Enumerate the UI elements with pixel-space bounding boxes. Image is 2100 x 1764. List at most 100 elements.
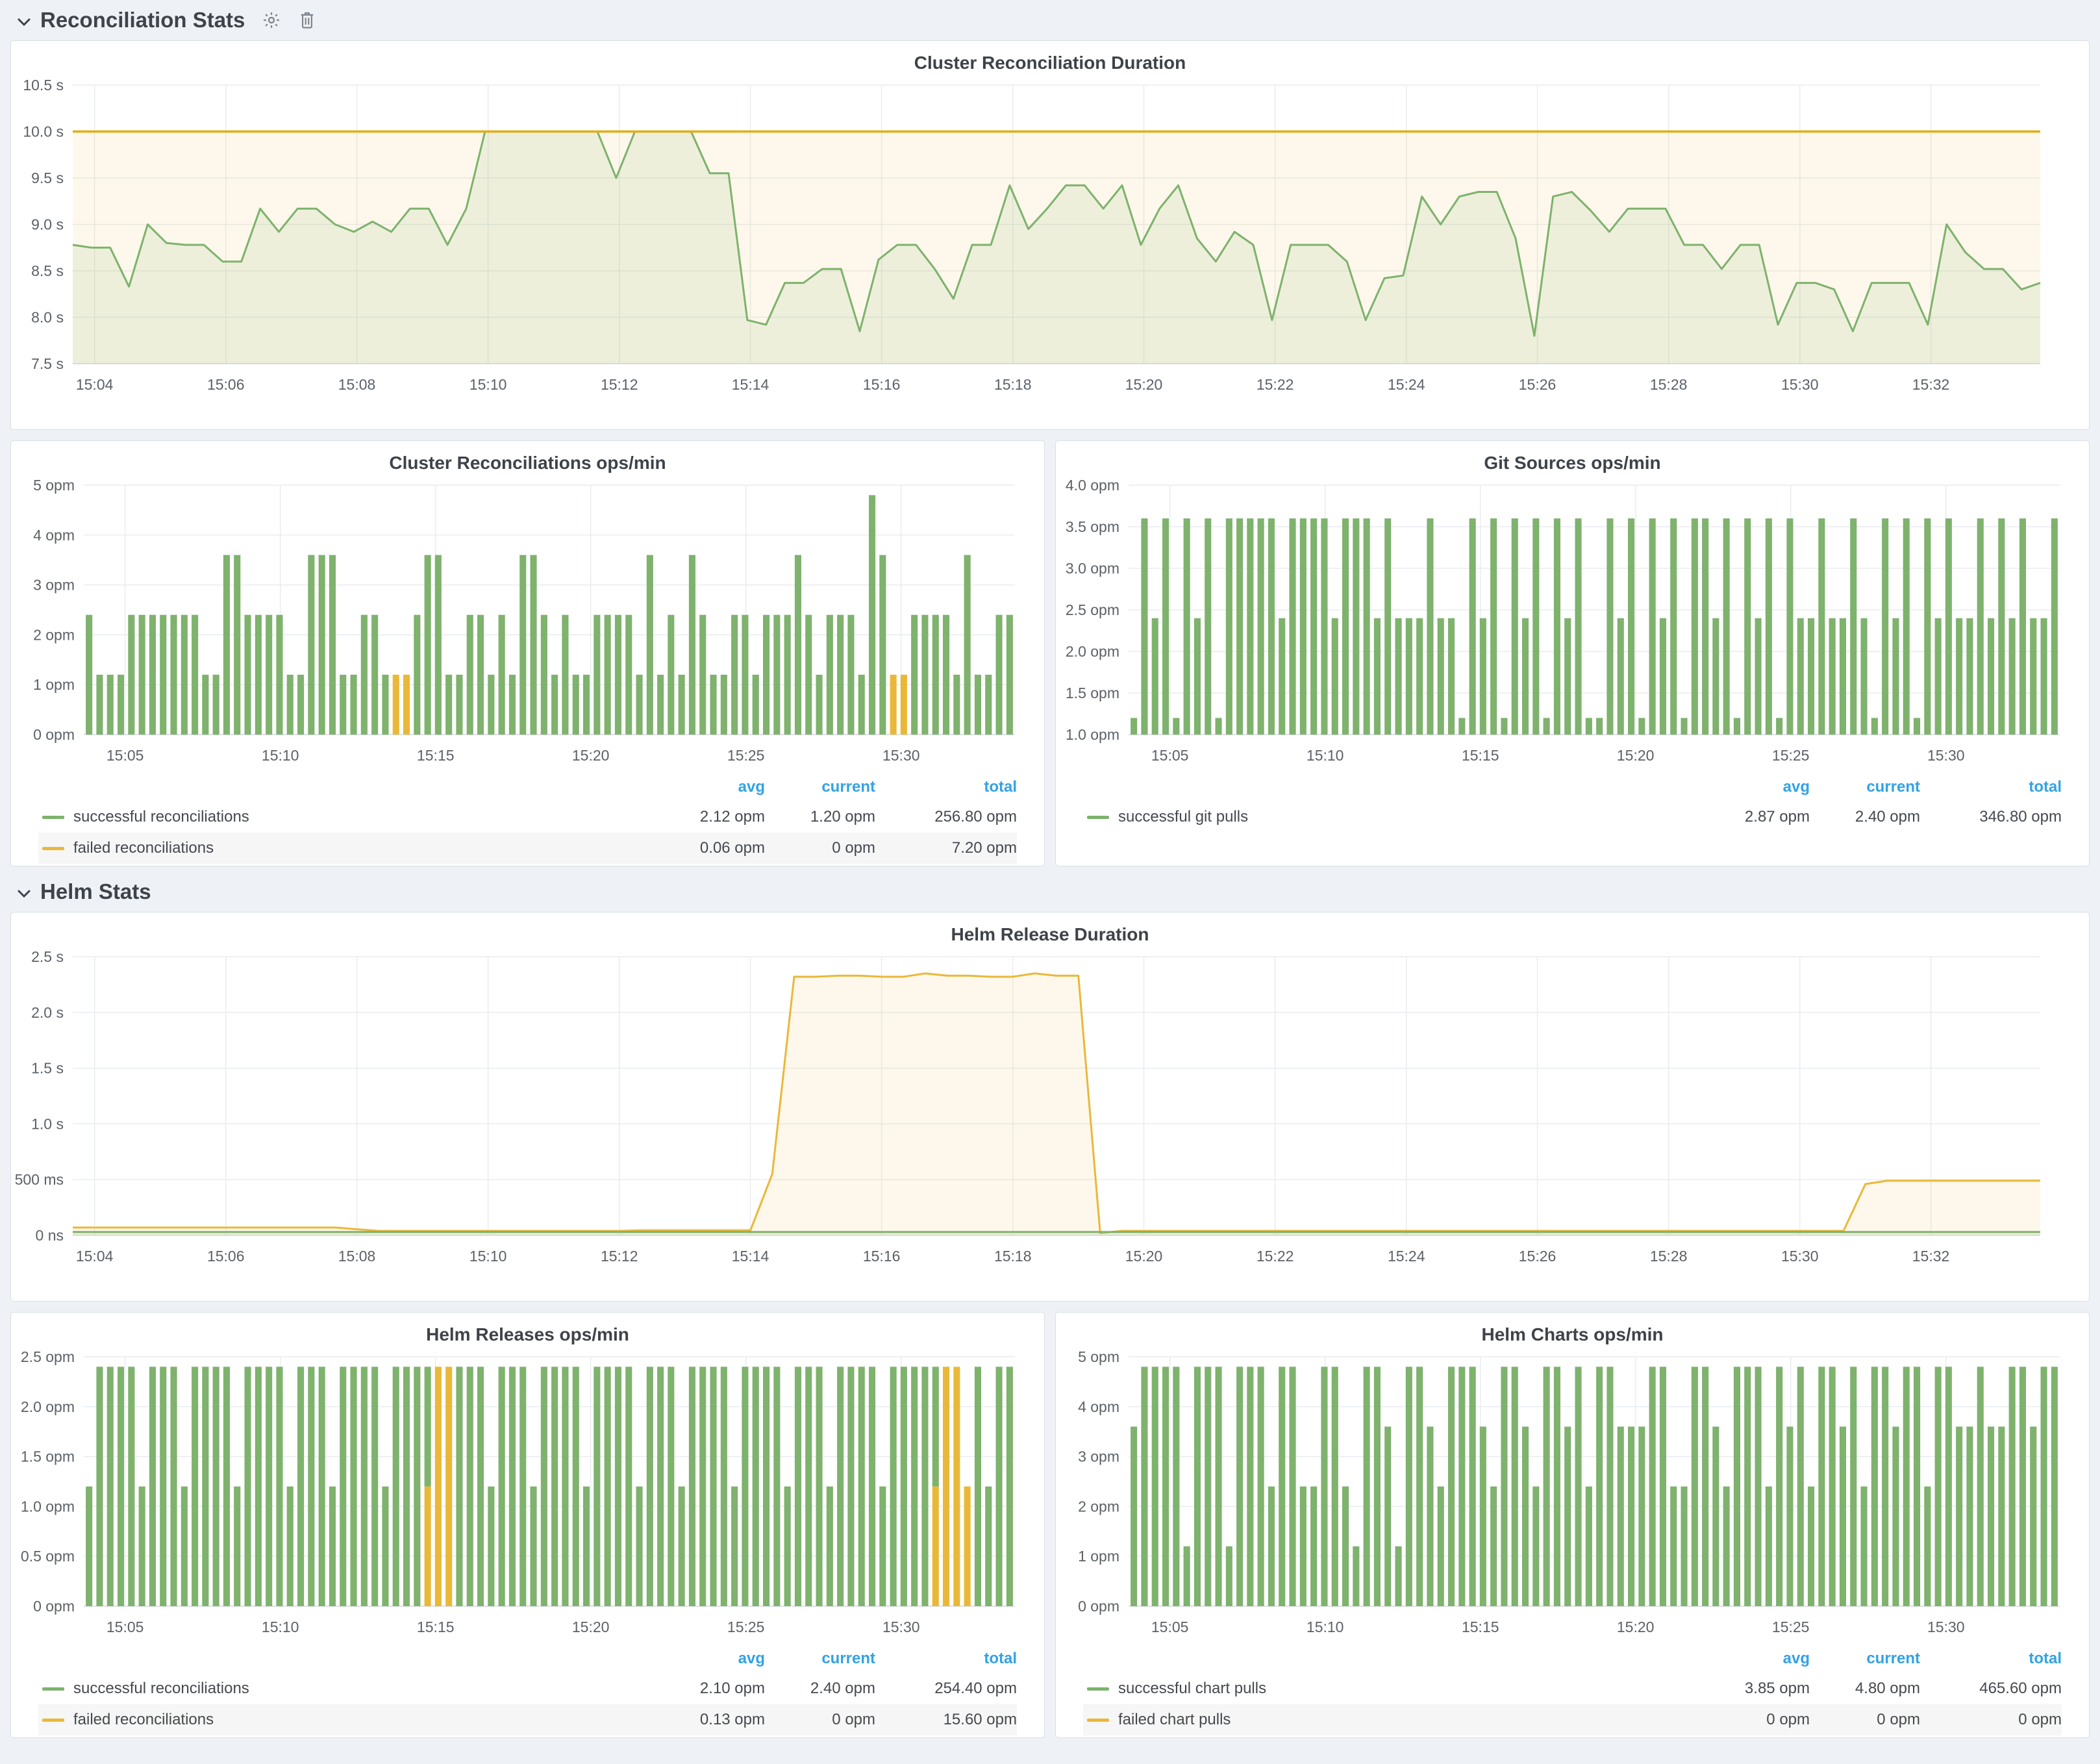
legend-sort-current[interactable]: current <box>765 1650 875 1668</box>
svg-text:4 opm: 4 opm <box>1078 1398 1119 1415</box>
legend-series-name[interactable]: successful git pulls <box>1118 808 1699 826</box>
legend-sort-current[interactable]: current <box>1810 1650 1920 1668</box>
legend-avg-value: 2.87 opm <box>1699 808 1810 826</box>
svg-text:2.0 s: 2.0 s <box>31 1004 64 1021</box>
legend-series-name[interactable]: failed reconciliations <box>73 1711 655 1729</box>
legend-sort-total[interactable]: total <box>875 778 1017 796</box>
series-color-dash <box>1087 1719 1109 1722</box>
svg-text:15:10: 15:10 <box>469 1248 507 1265</box>
svg-text:2.0 opm: 2.0 opm <box>21 1398 75 1415</box>
svg-text:0 opm: 0 opm <box>33 1598 75 1615</box>
svg-text:1.5 opm: 1.5 opm <box>1066 685 1119 701</box>
section-title: Helm Stats <box>40 879 151 904</box>
svg-text:500 ms: 500 ms <box>15 1171 64 1188</box>
row-helm-ops: Helm Releases ops/min 15:0515:1015:1515:… <box>10 1312 2090 1738</box>
legend-current-value: 2.40 opm <box>765 1680 875 1698</box>
helm-releases-opm-chart[interactable]: 15:0515:1015:1515:2015:2515:300 opm0.5 o… <box>11 1348 1044 1643</box>
svg-text:15:32: 15:32 <box>1912 376 1950 393</box>
svg-text:5 opm: 5 opm <box>33 477 75 494</box>
row-reconciliation-ops: Cluster Reconciliations ops/min 15:0515:… <box>10 440 2090 866</box>
svg-text:15:28: 15:28 <box>1650 1248 1688 1265</box>
svg-text:15:08: 15:08 <box>338 1248 376 1265</box>
svg-text:1.0 opm: 1.0 opm <box>21 1498 75 1515</box>
svg-text:15:16: 15:16 <box>863 1248 901 1265</box>
panel-title[interactable]: Helm Charts ops/min <box>1056 1313 2089 1348</box>
legend-sort-avg[interactable]: avg <box>1699 778 1810 796</box>
trash-icon[interactable] <box>298 10 316 30</box>
svg-text:2 opm: 2 opm <box>33 626 75 643</box>
svg-text:15:26: 15:26 <box>1519 376 1556 393</box>
section-title: Reconciliation Stats <box>40 8 245 32</box>
panel-title[interactable]: Helm Releases ops/min <box>11 1313 1044 1348</box>
svg-text:15:25: 15:25 <box>1772 747 1810 764</box>
svg-text:1.0 opm: 1.0 opm <box>1066 726 1119 743</box>
svg-text:1 opm: 1 opm <box>33 676 75 693</box>
panel-title[interactable]: Git Sources ops/min <box>1056 441 2089 476</box>
legend-item: failed chart pulls 0 opm 0 opm 0 opm <box>1083 1704 2062 1735</box>
svg-text:10.5 s: 10.5 s <box>23 77 64 94</box>
series-color-dash <box>42 1719 64 1722</box>
section-collapse-helm-stats[interactable]: Helm Stats <box>17 879 151 904</box>
legend-item: successful reconciliations 2.12 opm 1.20… <box>38 801 1017 833</box>
svg-text:15:10: 15:10 <box>1306 747 1344 764</box>
helm-release-duration-chart[interactable]: 15:0415:0615:0815:1015:1215:1415:1615:18… <box>11 948 2089 1272</box>
legend-sort-total[interactable]: total <box>1920 1650 2062 1668</box>
svg-text:15:18: 15:18 <box>994 376 1032 393</box>
svg-text:15:04: 15:04 <box>76 1248 114 1265</box>
panel-title[interactable]: Cluster Reconciliations ops/min <box>11 441 1044 476</box>
legend-avg-value: 2.10 opm <box>655 1680 765 1698</box>
svg-text:15:20: 15:20 <box>1125 1248 1163 1265</box>
svg-text:15:04: 15:04 <box>76 376 114 393</box>
section-collapse-reconciliation-stats[interactable]: Reconciliation Stats <box>17 8 245 32</box>
section-header-reconciliation-stats: Reconciliation Stats <box>10 0 2090 40</box>
helm-charts-opm-chart[interactable]: 15:0515:1015:1515:2015:2515:300 opm1 opm… <box>1056 1348 2089 1643</box>
legend-item: successful git pulls 2.87 opm 2.40 opm 3… <box>1083 801 2062 833</box>
panel-cluster-reconciliations-opm: Cluster Reconciliations ops/min 15:0515:… <box>10 440 1045 866</box>
svg-text:1.5 s: 1.5 s <box>31 1060 64 1077</box>
legend-sort-avg[interactable]: avg <box>1699 1650 1810 1668</box>
svg-text:8.0 s: 8.0 s <box>31 309 64 326</box>
svg-text:15:10: 15:10 <box>1306 1619 1344 1635</box>
svg-text:15:30: 15:30 <box>1927 1619 1965 1635</box>
legend-sort-current[interactable]: current <box>1810 778 1920 796</box>
cluster-reconciliations-opm-chart[interactable]: 15:0515:1015:1515:2015:2515:300 opm1 opm… <box>11 476 1044 772</box>
svg-text:15:32: 15:32 <box>1912 1248 1950 1265</box>
legend-current-value: 2.40 opm <box>1810 808 1920 826</box>
legend-series-name[interactable]: failed reconciliations <box>73 839 655 857</box>
svg-text:15:12: 15:12 <box>601 1248 638 1265</box>
legend: avg current total successful chart pulls… <box>1083 1644 2062 1735</box>
svg-text:15:28: 15:28 <box>1650 376 1688 393</box>
legend-series-name[interactable]: successful reconciliations <box>73 808 655 826</box>
svg-text:4 opm: 4 opm <box>33 527 75 544</box>
legend-series-name[interactable]: successful reconciliations <box>73 1680 655 1698</box>
legend-sort-avg[interactable]: avg <box>655 1650 765 1668</box>
legend-sort-total[interactable]: total <box>1920 778 2062 796</box>
svg-text:15:14: 15:14 <box>732 1248 769 1265</box>
svg-text:7.5 s: 7.5 s <box>31 355 64 372</box>
legend-total-value: 0 opm <box>1920 1711 2062 1729</box>
legend-avg-value: 2.12 opm <box>655 808 765 826</box>
legend-series-name[interactable]: failed chart pulls <box>1118 1711 1699 1729</box>
legend-sort-avg[interactable]: avg <box>655 778 765 796</box>
git-sources-opm-chart[interactable]: 15:0515:1015:1515:2015:2515:301.0 opm1.5… <box>1056 476 2089 772</box>
panel-title[interactable]: Helm Release Duration <box>11 913 2089 948</box>
legend-current-value: 4.80 opm <box>1810 1680 1920 1698</box>
legend-series-name[interactable]: successful chart pulls <box>1118 1680 1699 1698</box>
legend-item: successful chart pulls 3.85 opm 4.80 opm… <box>1083 1673 2062 1704</box>
legend-sort-current[interactable]: current <box>765 778 875 796</box>
svg-text:15:15: 15:15 <box>1462 747 1499 764</box>
svg-text:15:12: 15:12 <box>601 376 638 393</box>
svg-text:1.0 s: 1.0 s <box>31 1115 64 1132</box>
legend-header: avg current total <box>38 1644 1017 1673</box>
svg-text:15:20: 15:20 <box>1617 1619 1655 1635</box>
legend-header: avg current total <box>1083 773 2062 801</box>
gear-icon[interactable] <box>262 10 281 30</box>
svg-text:0 opm: 0 opm <box>1078 1598 1119 1615</box>
chevron-down-icon <box>17 879 31 904</box>
svg-text:3.5 opm: 3.5 opm <box>1066 518 1119 535</box>
panel-title[interactable]: Cluster Reconciliation Duration <box>11 41 2089 76</box>
legend-sort-total[interactable]: total <box>875 1650 1017 1668</box>
cluster-reconciliation-duration-chart[interactable]: 15:0415:0615:0815:1015:1215:1415:1615:18… <box>11 76 2089 401</box>
svg-text:10.0 s: 10.0 s <box>23 123 64 140</box>
legend-avg-value: 0.06 opm <box>655 839 765 857</box>
